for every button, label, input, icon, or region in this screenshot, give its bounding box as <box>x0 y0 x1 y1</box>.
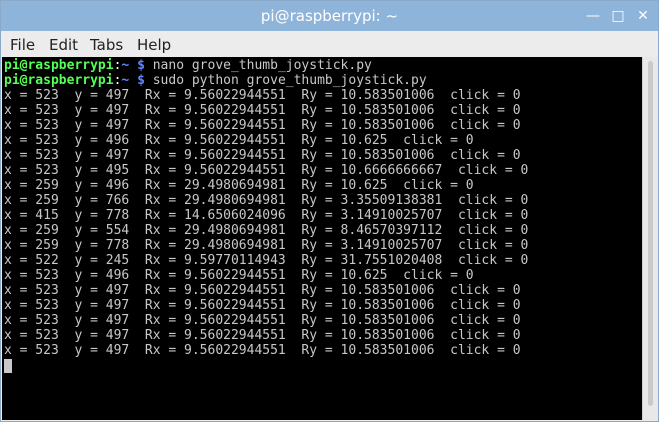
output-line: x = 523 y = 497 Rx = 9.56022944551 Ry = … <box>4 118 521 133</box>
menu-help[interactable]: Help <box>137 36 171 54</box>
output-line: x = 523 y = 497 Rx = 9.56022944551 Ry = … <box>4 298 521 313</box>
terminal-output[interactable]: pi@raspberrypi:~ $ nano grove_thumb_joys… <box>2 57 642 420</box>
vertical-scrollbar[interactable] <box>642 57 658 420</box>
output-line: x = 259 y = 554 Rx = 29.4980694981 Ry = … <box>4 223 529 238</box>
menu-edit[interactable]: Edit <box>49 36 78 54</box>
output-line: x = 259 y = 778 Rx = 29.4980694981 Ry = … <box>4 238 529 253</box>
output-line: x = 523 y = 496 Rx = 9.56022944551 Ry = … <box>4 268 474 283</box>
text-cursor <box>4 359 12 373</box>
terminal-window: pi@raspberrypi: ~ — □ ✕ File Edit Tabs H… <box>0 0 659 422</box>
menu-tabs[interactable]: Tabs <box>90 36 123 54</box>
prompt-path: ~ <box>121 58 130 73</box>
title-bar[interactable]: pi@raspberrypi: ~ — □ ✕ <box>1 1 658 31</box>
output-line: x = 523 y = 497 Rx = 9.56022944551 Ry = … <box>4 88 521 103</box>
output-line: x = 259 y = 496 Rx = 29.4980694981 Ry = … <box>4 178 474 193</box>
output-line: x = 522 y = 245 Rx = 9.59770114943 Ry = … <box>4 253 529 268</box>
output-line: x = 415 y = 778 Rx = 14.6506024096 Ry = … <box>4 208 529 223</box>
command-text: nano grove_thumb_joystick.py <box>152 58 372 73</box>
close-button[interactable]: ✕ <box>635 8 651 24</box>
minimize-button[interactable]: — <box>585 8 601 24</box>
prompt-line: pi@raspberrypi:~ $ sudo python grove_thu… <box>4 73 427 88</box>
prompt-user-host: pi@raspberrypi <box>4 73 114 88</box>
menu-bar: File Edit Tabs Help <box>1 31 658 57</box>
prompt-line: pi@raspberrypi:~ $ nano grove_thumb_joys… <box>4 58 372 73</box>
scrollbar-thumb[interactable] <box>648 61 653 406</box>
output-line: x = 523 y = 497 Rx = 9.56022944551 Ry = … <box>4 103 521 118</box>
output-line: x = 523 y = 497 Rx = 9.56022944551 Ry = … <box>4 343 521 358</box>
prompt-user-host: pi@raspberrypi <box>4 58 114 73</box>
prompt-symbol: $ <box>137 58 145 73</box>
menu-file[interactable]: File <box>10 36 35 54</box>
prompt-symbol: $ <box>137 73 145 88</box>
output-line: x = 523 y = 495 Rx = 9.56022944551 Ry = … <box>4 163 529 178</box>
output-line: x = 523 y = 497 Rx = 9.56022944551 Ry = … <box>4 148 521 163</box>
command-text: sudo python grove_thumb_joystick.py <box>152 73 427 88</box>
output-line: x = 523 y = 496 Rx = 9.56022944551 Ry = … <box>4 133 474 148</box>
maximize-button[interactable]: □ <box>610 8 626 24</box>
prompt-path: ~ <box>121 73 130 88</box>
output-line: x = 259 y = 766 Rx = 29.4980694981 Ry = … <box>4 193 529 208</box>
window-title: pi@raspberrypi: ~ <box>260 7 399 25</box>
output-line: x = 523 y = 497 Rx = 9.56022944551 Ry = … <box>4 283 521 298</box>
output-line: x = 523 y = 497 Rx = 9.56022944551 Ry = … <box>4 313 521 328</box>
output-line: x = 523 y = 497 Rx = 9.56022944551 Ry = … <box>4 328 521 343</box>
